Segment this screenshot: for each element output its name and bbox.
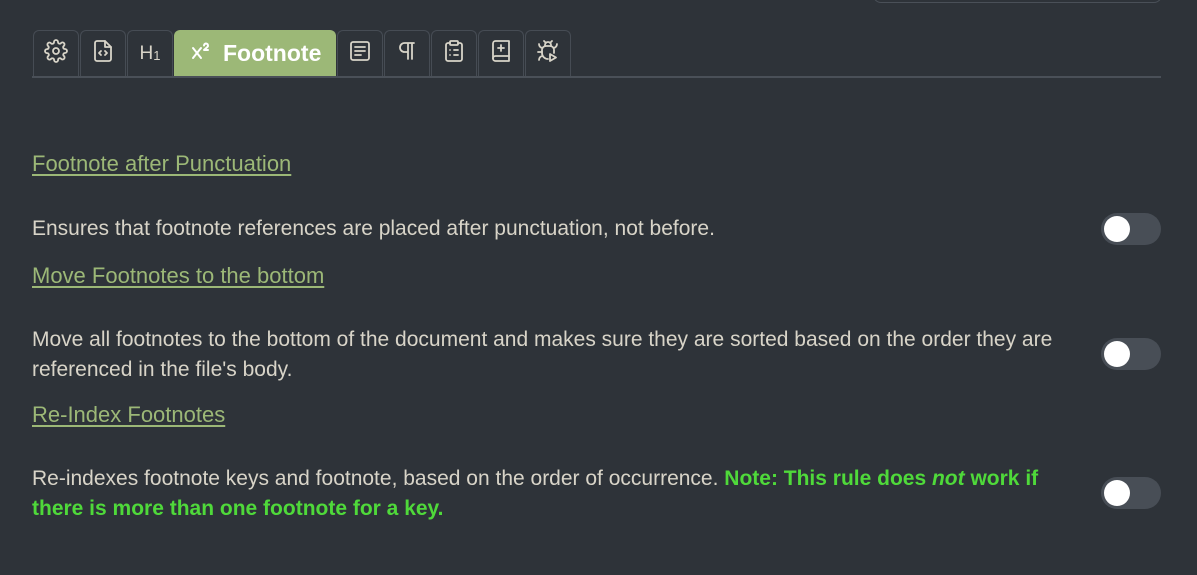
text-block-icon [348,39,372,68]
toggle-knob [1104,341,1130,367]
settings-tab-bar: H1 Footnote [33,29,572,76]
rule-title-re-index-footnotes[interactable]: Re-Index Footnotes [32,402,225,428]
search-input-edge[interactable] [873,0,1162,3]
toggle-footnote-after-punctuation[interactable] [1101,213,1161,245]
rule-description: Re-indexes footnote keys and footnote, b… [32,464,1082,524]
tab-spacing[interactable] [384,30,431,76]
code-file-icon [91,39,115,68]
rule-description: Move all footnotes to the bottom of the … [32,328,1053,381]
toggle-knob [1104,216,1130,242]
tab-debug[interactable] [525,30,572,76]
toggle-knob [1104,480,1130,506]
rule-title-footnote-after-punctuation[interactable]: Footnote after Punctuation [32,151,291,177]
tab-content[interactable] [337,30,384,76]
gear-icon [44,39,68,68]
tab-paste[interactable] [431,30,478,76]
tab-heading[interactable]: H1 [127,30,173,76]
tab-custom[interactable] [478,30,525,76]
tab-divider [32,76,1161,78]
add-document-icon [489,39,513,68]
rule-description-text: Re-indexes footnote keys and footnote, b… [32,467,719,490]
tab-footnote[interactable]: Footnote [174,30,337,76]
bug-icon [536,39,560,68]
toggle-move-footnotes-to-bottom[interactable] [1101,338,1161,370]
pilcrow-icon [395,39,419,68]
tab-footnote-label: Footnote [223,40,322,66]
rule-title-move-footnotes-to-bottom[interactable]: Move Footnotes to the bottom [32,263,324,289]
clipboard-list-icon [442,39,466,68]
tab-general[interactable] [33,30,79,76]
tab-yaml[interactable] [80,30,126,76]
toggle-re-index-footnotes[interactable] [1101,477,1161,509]
heading-icon: H1 [139,42,161,64]
rule-description: Ensures that footnote references are pla… [32,217,715,240]
superscript-icon [189,39,213,68]
